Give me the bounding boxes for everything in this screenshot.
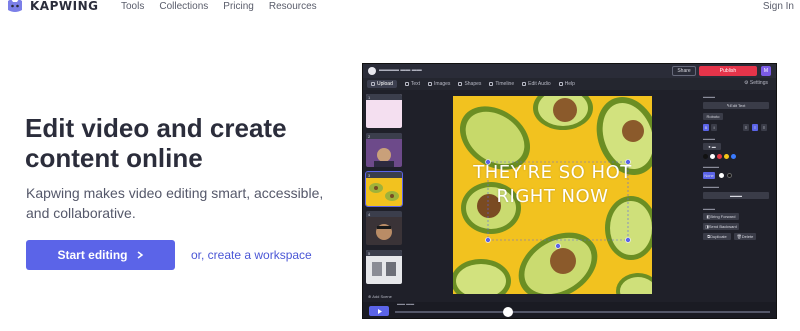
- color-swatch-blue[interactable]: [731, 154, 736, 159]
- user-button[interactable]: M: [761, 66, 771, 76]
- align-left-button[interactable]: ≡: [743, 124, 749, 131]
- editor-preview: ▬▬▬▬ ▬▬ ▬▬ Share Publish M Upload Text I…: [362, 63, 777, 319]
- timestamp: ▬▬ ▬▬: [397, 301, 415, 306]
- editor-topbar: ▬▬▬▬ ▬▬ ▬▬ Share Publish M: [363, 64, 776, 78]
- align-center-button[interactable]: ≡: [752, 124, 758, 131]
- outline-swatch-black[interactable]: [727, 173, 732, 178]
- properties-panel: ▬▬▬ ✎ Edit Text Roboto B I ≡ ≡ ≡ ▬▬▬ ● ▬…: [703, 92, 775, 292]
- color-swatch-yellow[interactable]: [724, 154, 729, 159]
- editor-canvas[interactable]: THEY'RE SO HOT RIGHT NOW: [453, 96, 652, 294]
- avatar[interactable]: [368, 67, 376, 75]
- scene-thumbnail[interactable]: 5: [366, 250, 402, 284]
- hero-title: Edit video and create content online: [25, 113, 287, 173]
- play-button[interactable]: [369, 306, 389, 316]
- outline-section-label: ▬▬▬▬: [703, 164, 719, 169]
- color-picker[interactable]: ● ▬: [703, 143, 721, 150]
- share-button[interactable]: Share: [672, 66, 696, 76]
- upload-icon: [371, 82, 375, 86]
- kapwing-logo-icon: [8, 0, 22, 12]
- add-scene-button[interactable]: ⊕ Add Scene: [368, 294, 392, 299]
- color-swatch-white[interactable]: [710, 154, 715, 159]
- hero-subtitle: Kapwing makes video editing smart, acces…: [26, 185, 324, 221]
- scene-list: 1 2 3 4 5: [365, 94, 404, 294]
- start-editing-label: Start editing: [57, 248, 128, 262]
- layer-section-label: ▬▬▬: [703, 206, 715, 211]
- nav-link-tools[interactable]: Tools: [121, 1, 144, 12]
- scene-thumbnail-selected[interactable]: 3: [365, 171, 403, 207]
- brand-name: KAPWING: [30, 0, 99, 13]
- nav-link-collections[interactable]: Collections: [159, 1, 208, 12]
- timeline-icon: [489, 82, 494, 86]
- project-title: ▬▬▬▬ ▬▬ ▬▬: [379, 67, 422, 73]
- color-swatch-black[interactable]: [703, 154, 708, 159]
- color-section-label: ▬▬▬: [703, 136, 715, 141]
- canvas-text-overlay[interactable]: THEY'RE SO HOT RIGHT NOW: [453, 161, 652, 209]
- settings-button[interactable]: ⚙ Settings: [744, 80, 768, 86]
- scene-thumbnail[interactable]: 4: [366, 211, 402, 245]
- outline-swatch-white[interactable]: [719, 173, 724, 178]
- chevron-right-icon: [137, 251, 143, 259]
- nav-link-resources[interactable]: Resources: [269, 1, 317, 12]
- help-icon: [558, 82, 563, 86]
- tool-help[interactable]: Help: [558, 81, 575, 87]
- tool-shapes[interactable]: Shapes: [458, 81, 481, 87]
- edit-text-button[interactable]: ✎ Edit Text: [703, 102, 769, 109]
- animation-section-label: ▬▬▬▬: [703, 184, 719, 189]
- text-section-label: ▬▬▬: [703, 94, 715, 99]
- text-icon: [404, 82, 409, 86]
- font-select[interactable]: Roboto: [703, 113, 723, 120]
- tool-images[interactable]: Images: [428, 81, 450, 87]
- editor-toolbar: Upload Text Images Shapes Timeline Edit …: [363, 78, 776, 90]
- timeline: ▬▬ ▬▬: [363, 301, 776, 318]
- shape-icon: [458, 82, 463, 86]
- audio-icon: [522, 82, 527, 86]
- publish-button[interactable]: Publish: [699, 66, 757, 76]
- duplicate-button[interactable]: ⧉ Duplicate: [703, 233, 731, 240]
- align-right-button[interactable]: ≡: [761, 124, 767, 131]
- tool-timeline[interactable]: Timeline: [489, 81, 514, 87]
- nav-links: Tools Collections Pricing Resources: [121, 1, 317, 12]
- image-icon: [428, 82, 433, 86]
- brand-logo[interactable]: KAPWING: [6, 0, 98, 13]
- create-workspace-link[interactable]: or, create a workspace: [191, 248, 312, 262]
- sign-in-link[interactable]: Sign In: [763, 1, 794, 12]
- tool-text[interactable]: Text: [404, 81, 420, 87]
- scene-thumbnail[interactable]: 2: [366, 133, 402, 167]
- color-swatch-red[interactable]: [717, 154, 722, 159]
- animate-button[interactable]: ▬▬▬: [703, 192, 769, 199]
- send-backward-button[interactable]: ◨ Send Backward: [703, 223, 739, 230]
- delete-button[interactable]: 🗑 Delete: [734, 233, 756, 240]
- start-editing-button[interactable]: Start editing: [26, 240, 175, 270]
- bring-forward-button[interactable]: ◧ Bring Forward: [703, 213, 739, 220]
- outline-none-button[interactable]: None: [703, 172, 715, 179]
- top-nav: KAPWING Tools Collections Pricing Resour…: [0, 0, 800, 14]
- timeline-track[interactable]: [395, 311, 770, 313]
- tool-edit-audio[interactable]: Edit Audio: [522, 81, 551, 87]
- nav-link-pricing[interactable]: Pricing: [223, 1, 254, 12]
- bold-button[interactable]: B: [703, 124, 709, 131]
- play-icon: [377, 308, 382, 314]
- tool-upload[interactable]: Upload: [367, 80, 397, 88]
- italic-button[interactable]: I: [711, 124, 717, 131]
- scene-thumbnail[interactable]: 1: [366, 94, 402, 128]
- timeline-scrubber-handle[interactable]: [503, 307, 513, 317]
